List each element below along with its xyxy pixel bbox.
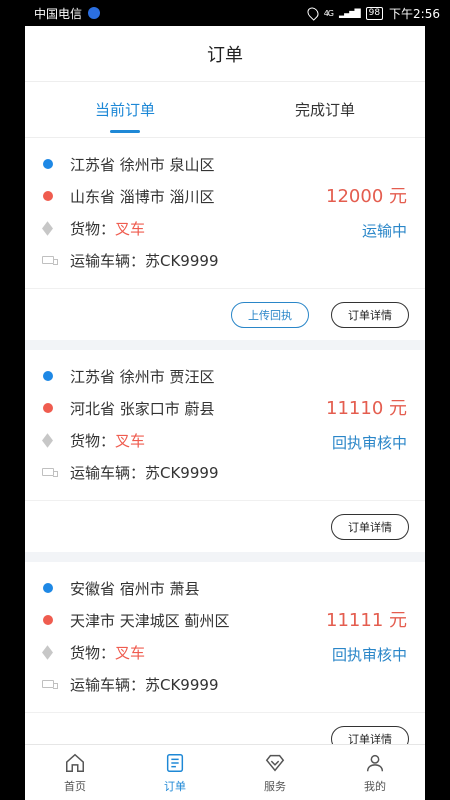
tab-completed-orders[interactable]: 完成订单: [225, 82, 425, 137]
nav-label: 首页: [64, 779, 86, 793]
order-price: 11110 元: [326, 398, 407, 419]
order-detail-button[interactable]: 订单详情: [331, 301, 409, 328]
nav-orders[interactable]: 订单: [125, 745, 225, 800]
cargo-label: 货物：: [70, 431, 116, 450]
origin-address: 安徽省 宿州市 萧县: [70, 579, 200, 598]
vehicle-info: 运输车辆：苏CK9999: [70, 675, 219, 694]
bottom-nav: 首页 订单 服务 我的: [25, 744, 425, 800]
nav-service[interactable]: 服务: [225, 745, 325, 800]
order-price: 11111 元: [326, 610, 407, 631]
truck-icon: [41, 468, 58, 477]
cargo-label: 货物：: [70, 643, 116, 662]
battery-icon: 98: [365, 6, 384, 20]
truck-icon: [41, 256, 58, 265]
clock: 下午2:56: [389, 6, 440, 21]
order-card: 江苏省 徐州市 泉山区 山东省 淄博市 淄川区 货物： 叉车 运输车辆：苏CK99…: [25, 138, 425, 340]
destination-address: 河北省 张家口市 蔚县: [70, 399, 215, 418]
nav-label: 订单: [164, 779, 186, 793]
nav-label: 服务: [264, 779, 286, 793]
vehicle-info: 运输车辆：苏CK9999: [70, 463, 219, 482]
home-icon: [66, 753, 84, 772]
order-tabs: 当前订单 完成订单: [25, 82, 425, 138]
origin-dot-icon: [42, 159, 53, 169]
destination-dot-icon: [42, 191, 53, 201]
vehicle-info: 运输车辆：苏CK9999: [70, 251, 219, 270]
nav-label: 我的: [364, 779, 386, 793]
app-screen: 订单 当前订单 完成订单 江苏省 徐州市 泉山区 山东省 淄博市 淄川区 货物：…: [25, 26, 425, 800]
origin-address: 江苏省 徐州市 贾汪区: [70, 367, 215, 386]
order-price: 12000 元: [326, 186, 407, 207]
order-detail-button[interactable]: 订单详情: [331, 513, 409, 540]
upload-receipt-button[interactable]: 上传回执: [231, 301, 309, 328]
order-status: 回执审核中: [331, 434, 407, 452]
cargo-box-icon: [42, 220, 53, 236]
cargo-value: 叉车: [115, 431, 146, 450]
order-card: 安徽省 宿州市 萧县 天津市 天津城区 蓟州区 货物： 叉车 运输车辆：苏CK99…: [25, 562, 425, 744]
order-status: 运输中: [361, 222, 407, 240]
order-status: 回执审核中: [331, 646, 407, 664]
location-icon: [304, 5, 321, 21]
cargo-box-icon: [42, 644, 53, 660]
order-detail-button[interactable]: 订单详情: [331, 725, 409, 744]
profile-icon: [366, 754, 384, 771]
network-indicator: 4G: [323, 8, 334, 18]
truck-icon: [41, 680, 58, 689]
origin-dot-icon: [42, 583, 53, 593]
order-list[interactable]: 江苏省 徐州市 泉山区 山东省 淄博市 淄川区 货物： 叉车 运输车辆：苏CK99…: [25, 138, 425, 744]
order-card: 江苏省 徐州市 贾汪区 河北省 张家口市 蔚县 货物： 叉车 运输车辆：苏CK99…: [25, 350, 425, 552]
tab-current-orders[interactable]: 当前订单: [25, 82, 225, 137]
cargo-value: 叉车: [115, 643, 146, 662]
cargo-box-icon: [42, 432, 53, 448]
destination-dot-icon: [42, 403, 53, 413]
nav-profile[interactable]: 我的: [325, 745, 425, 800]
cargo-value: 叉车: [115, 219, 146, 238]
signal-icon: ▂▄▆█: [338, 8, 361, 18]
origin-dot-icon: [42, 371, 53, 381]
carrier-name: 中国电信: [34, 6, 83, 21]
origin-address: 江苏省 徐州市 泉山区: [70, 155, 215, 174]
cargo-label: 货物：: [70, 219, 116, 238]
nav-home[interactable]: 首页: [25, 745, 125, 800]
page-title: 订单: [25, 26, 425, 82]
service-icon: [265, 754, 285, 771]
destination-address: 天津市 天津城区 蓟州区: [70, 611, 230, 630]
status-bar: 中国电信 4G ▂▄▆█ 98 下午2:56: [0, 0, 450, 26]
order-icon: [166, 753, 184, 772]
destination-dot-icon: [42, 615, 53, 625]
notification-icon: [88, 7, 101, 19]
destination-address: 山东省 淄博市 淄川区: [70, 187, 215, 206]
